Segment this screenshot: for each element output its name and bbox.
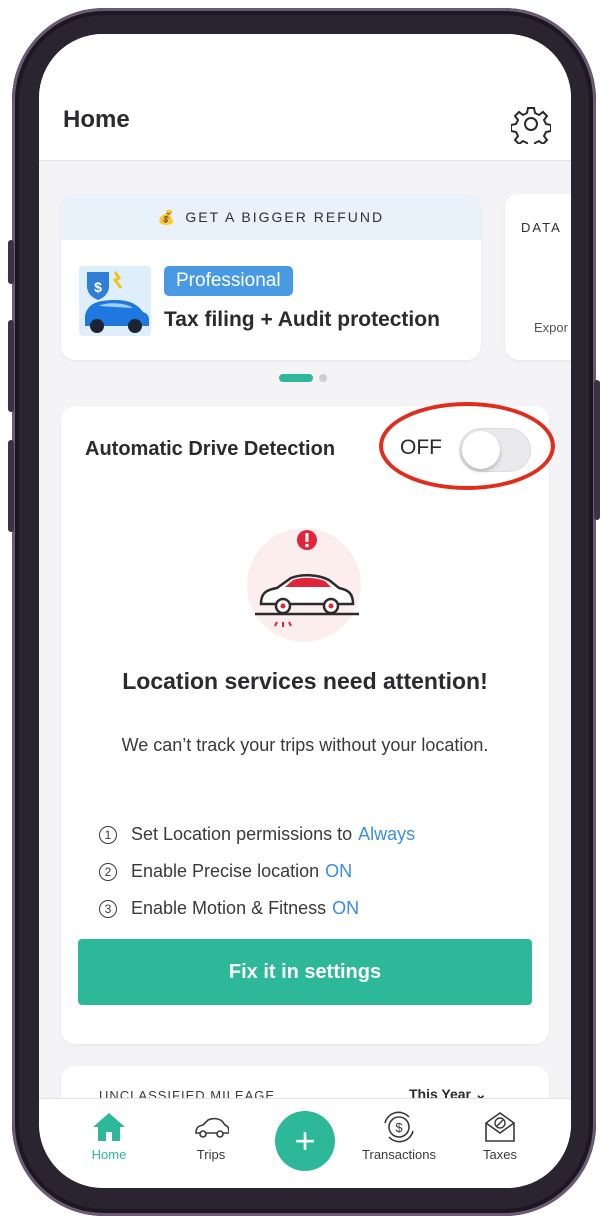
carousel-dots [279,374,327,382]
promo-banner: 💰 GET A BIGGER REFUND [61,194,481,240]
step-item: 2 Enable Precise location ON [99,853,415,890]
drive-detection-title: Automatic Drive Detection [85,438,336,460]
peek-card[interactable]: DATA Expor [505,194,571,360]
tab-home[interactable]: Home [69,1111,149,1162]
step-item: 3 Enable Motion & Fitness ON [99,890,415,927]
action-button [8,240,14,284]
car-icon [195,1117,229,1138]
tab-transactions[interactable]: $ Transactions [359,1111,439,1162]
carousel-dot[interactable] [319,374,327,382]
svg-text:$: $ [395,1120,403,1135]
attention-description: We can’t track your trips without your l… [121,735,489,755]
promo-text: Tax filing + Audit protection [164,308,440,331]
app-header: Home [39,34,571,161]
step-text: Set Location permissions to [131,824,353,844]
step-highlight: ON [325,861,353,881]
tax-envelope-icon [485,1112,515,1142]
tab-label: Home [91,1147,127,1162]
professional-badge: Professional [164,266,293,296]
step-highlight: Always [358,824,416,844]
money-bag-icon: 💰 [157,208,178,225]
annotation-circle [379,402,555,490]
step-number: 1 [99,825,117,844]
tab-trips[interactable]: Trips [171,1111,251,1162]
promo-card[interactable]: 💰 GET A BIGGER REFUND $ Professional Tax… [61,194,481,360]
page-title: Home [63,106,130,133]
dollar-exchange-icon: $ [384,1111,414,1143]
promo-banner-text: GET A BIGGER REFUND [185,209,385,225]
peek-card-title: DATA [521,220,562,235]
step-number: 2 [99,862,117,881]
carousel-dot-active[interactable] [279,374,313,382]
volume-up-button [8,320,14,412]
bottom-tab-bar: Home Trips + $ Transactions Taxes [39,1098,571,1188]
step-text: Enable Motion & Fitness [131,898,327,918]
tab-label: Trips [196,1147,226,1162]
gear-icon[interactable] [511,104,551,144]
volume-down-button [8,440,14,532]
drive-detection-card: Automatic Drive Detection OFF Location s… [61,402,555,1044]
attention-headline: Location services need attention! [122,668,488,694]
car-shield-icon: $ [79,266,151,336]
svg-text:$: $ [94,279,102,295]
car-alert-icon [255,530,359,627]
peek-card-text: Expor [534,320,568,335]
step-item: 1 Set Location permissions to Always [99,816,415,853]
tab-label: Transactions [362,1147,436,1162]
fix-steps-list: 1 Set Location permissions to Always 2 E… [99,816,415,927]
step-text: Enable Precise location [131,861,320,881]
tab-label: Taxes [483,1147,517,1162]
tab-taxes[interactable]: Taxes [460,1111,540,1162]
step-highlight: ON [332,898,360,918]
step-number: 3 [99,899,117,918]
fix-in-settings-button[interactable]: Fix it in settings [78,939,532,1005]
power-button [594,380,600,520]
add-button[interactable]: + [275,1111,335,1171]
app-screen: Home 💰 GET A BIGGER REFUND $ Professiona… [39,34,571,1188]
home-icon [93,1113,125,1141]
